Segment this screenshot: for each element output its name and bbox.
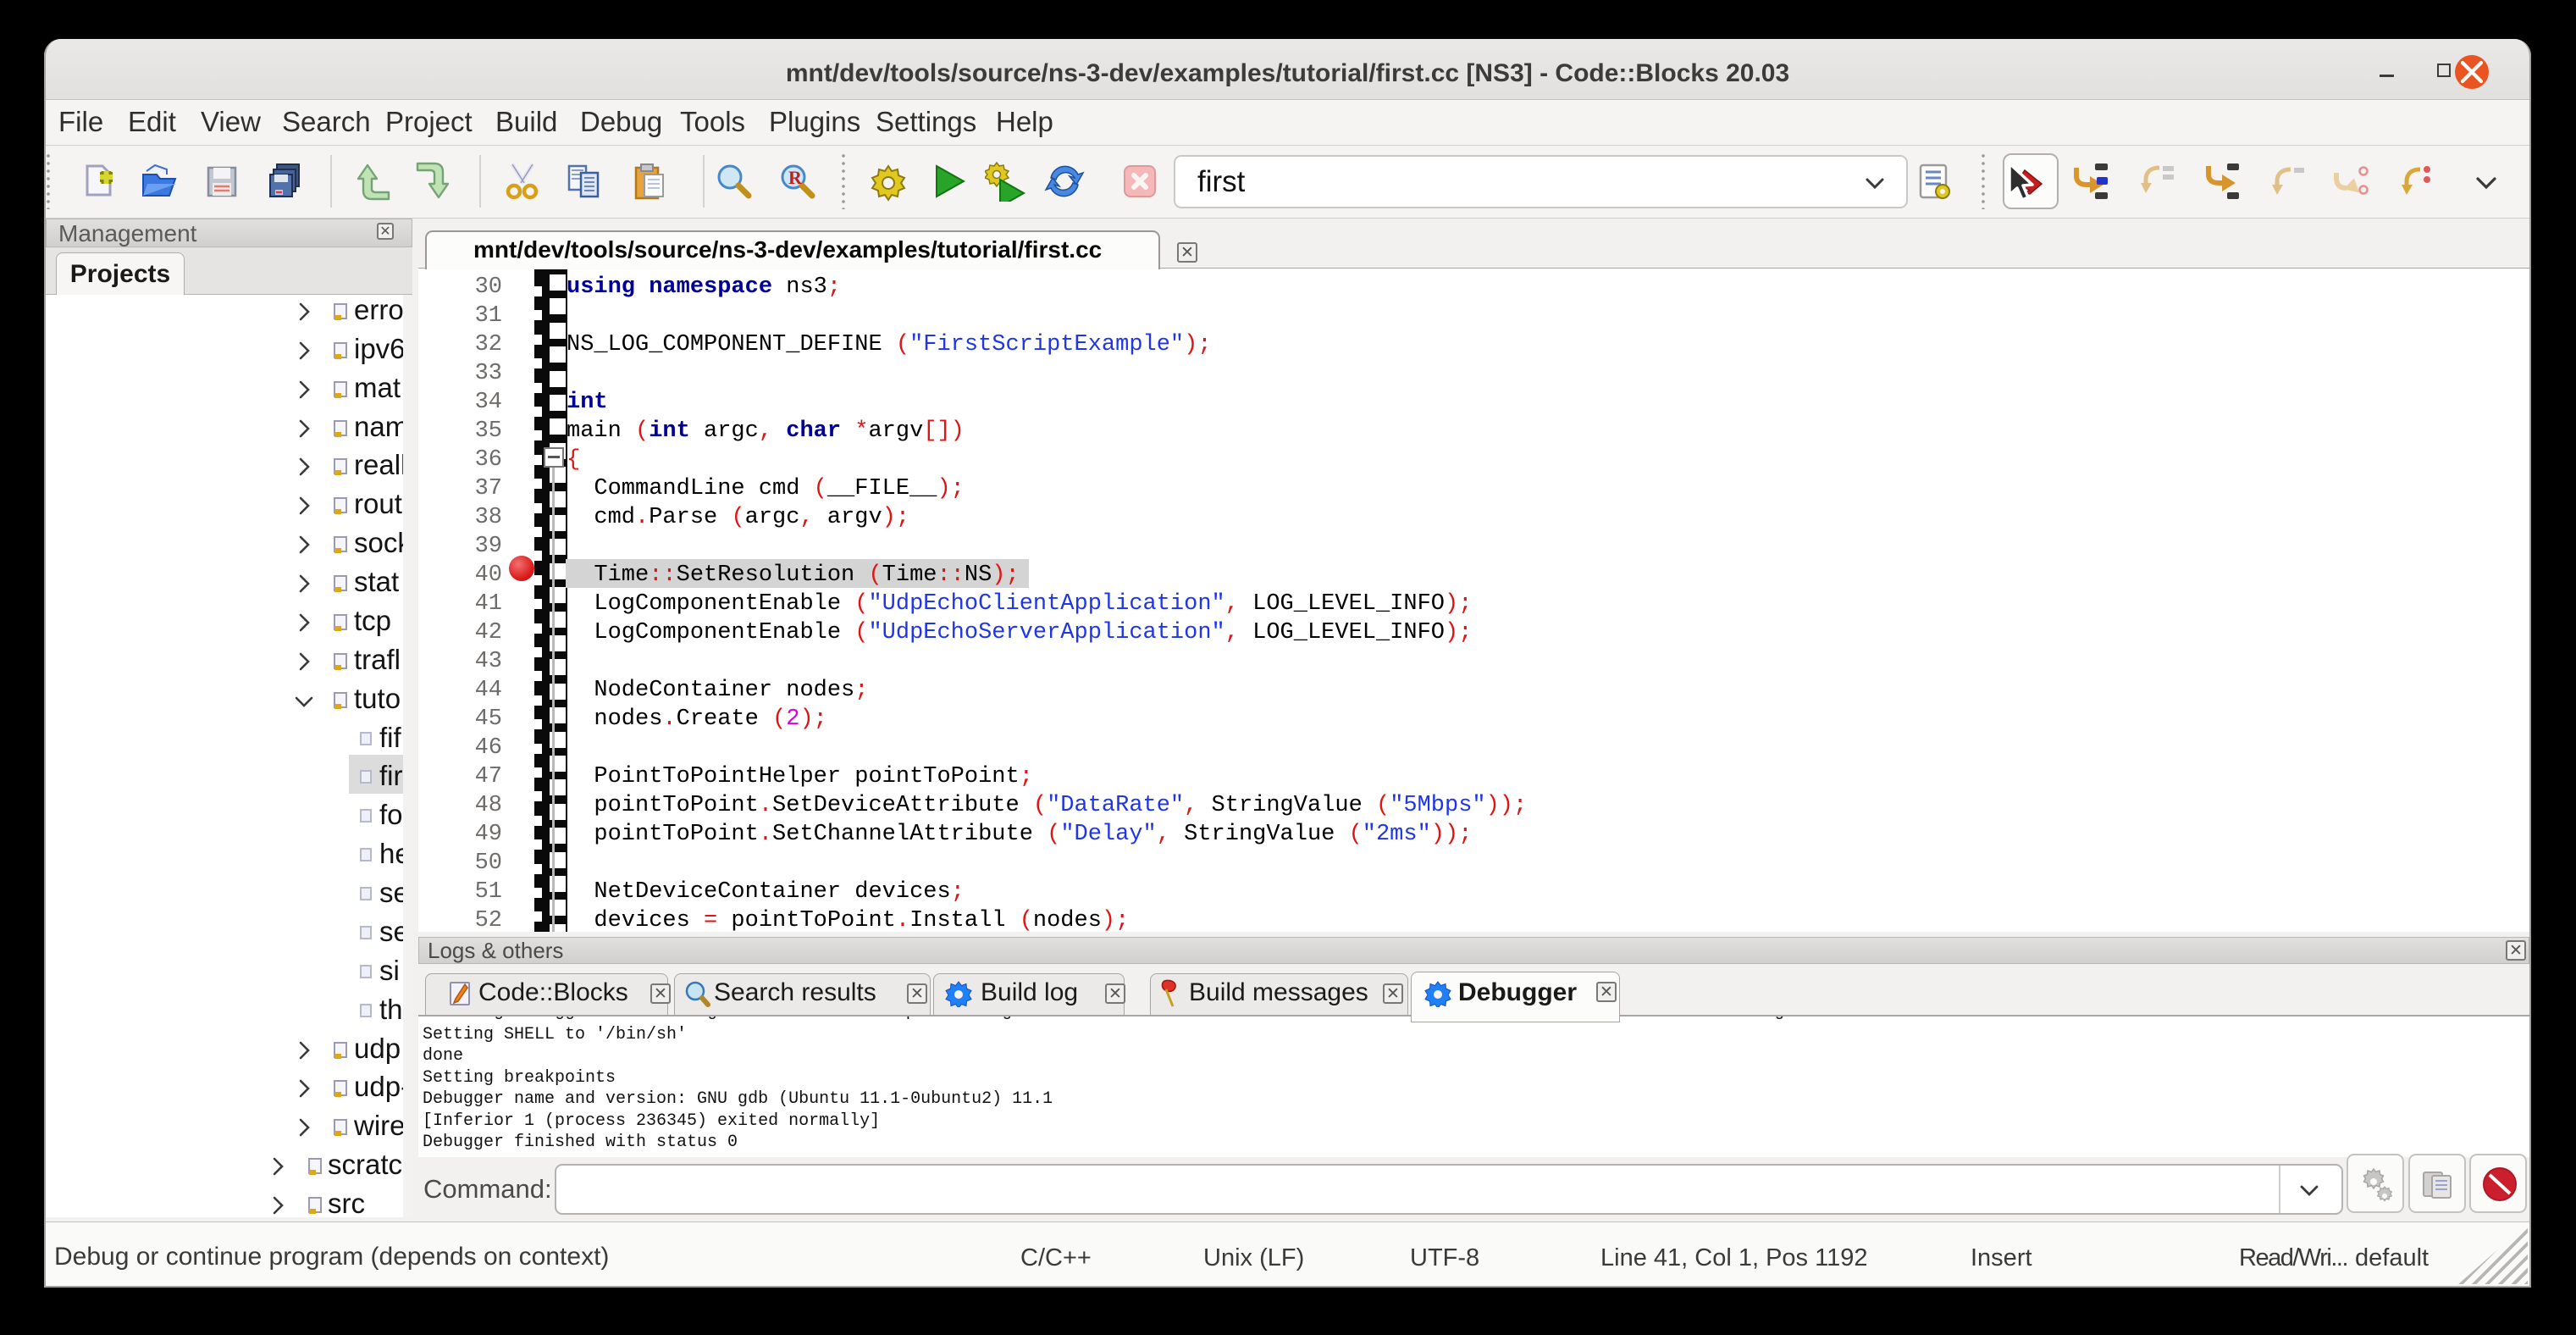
svg-text:R: R: [788, 167, 803, 188]
